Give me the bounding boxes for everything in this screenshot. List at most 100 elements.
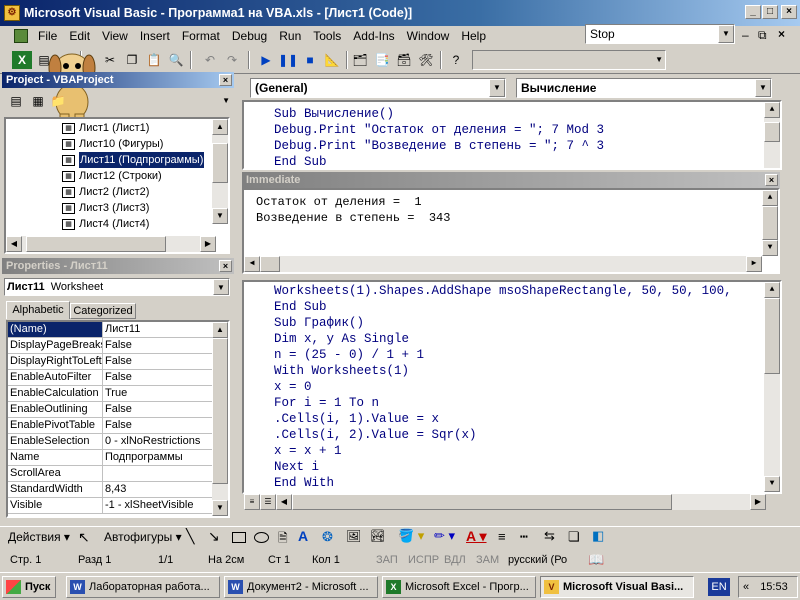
- shadow-icon[interactable]: ❏: [568, 529, 580, 545]
- excel-icon[interactable]: X: [12, 51, 32, 69]
- scroll-thumb[interactable]: [292, 494, 672, 510]
- scroll-left-icon[interactable]: ◀: [276, 494, 292, 510]
- tab-alphabetic[interactable]: Alphabetic: [6, 301, 70, 319]
- status-rec[interactable]: ЗАП: [376, 552, 398, 568]
- menu-format[interactable]: Format: [176, 29, 226, 43]
- chevron-down-icon[interactable]: ▼: [489, 79, 505, 97]
- scroll-down-icon[interactable]: ▼: [212, 208, 228, 224]
- prop-row[interactable]: EnableCalculation True: [8, 386, 214, 402]
- pointer-icon[interactable]: ↖: [78, 529, 90, 546]
- scroll-left-icon[interactable]: ◀: [6, 236, 22, 252]
- task-lab-work[interactable]: W Лабораторная работа...: [66, 576, 220, 598]
- 3d-icon[interactable]: ◧: [592, 528, 604, 544]
- procedure-view-icon[interactable]: ≡: [244, 494, 260, 510]
- mdi-minimize-button[interactable]: –: [742, 28, 749, 42]
- arrow-icon[interactable]: ↘: [208, 528, 220, 545]
- help-search-box[interactable]: Stop ▼: [585, 24, 735, 44]
- autoshapes-menu[interactable]: Автофигуры ▾: [104, 530, 182, 544]
- prop-row[interactable]: EnableOutlining False: [8, 402, 214, 418]
- vba-app-icon[interactable]: ⚙: [4, 5, 20, 21]
- project-hscrollbar[interactable]: ◀ ▶: [6, 236, 216, 252]
- immediate-line[interactable]: Возведение в степень = 343: [256, 210, 778, 226]
- cut-icon[interactable]: ✂: [100, 51, 120, 69]
- code-line[interactable]: Dim x, y As Single: [274, 331, 780, 347]
- tree-item-list4[interactable]: ▦ Лист4 (Лист4): [62, 216, 228, 232]
- copy-icon[interactable]: ❐: [122, 51, 142, 69]
- properties-vscrollbar[interactable]: ▲ ▼: [212, 322, 228, 516]
- chevron-down-icon[interactable]: ▼: [655, 55, 663, 64]
- code-line[interactable]: End Sub: [274, 299, 780, 315]
- prop-row[interactable]: EnableAutoFilter False: [8, 370, 214, 386]
- break-icon[interactable]: ❚❚: [278, 51, 298, 69]
- immediate-vscrollbar[interactable]: ▲ ▼: [762, 190, 778, 256]
- immediate-hscrollbar[interactable]: ◀ ▶: [244, 256, 762, 272]
- redo-icon[interactable]: ↷: [222, 51, 242, 69]
- object-combo[interactable]: (General) ▼: [250, 78, 506, 98]
- close-icon[interactable]: ×: [765, 174, 778, 186]
- scroll-right-icon[interactable]: ▶: [746, 256, 762, 272]
- tree-item-list10[interactable]: ▦ Лист10 (Фигуры): [62, 136, 228, 152]
- view-object-icon[interactable]: ▦: [28, 92, 48, 110]
- status-trk[interactable]: ИСПР: [408, 552, 439, 568]
- menu-run[interactable]: Run: [273, 29, 307, 43]
- code-line[interactable]: End Sub: [274, 154, 780, 168]
- code-line[interactable]: With Worksheets(1): [274, 363, 780, 379]
- scroll-up-icon[interactable]: ▲: [762, 190, 778, 206]
- scroll-thumb[interactable]: [26, 236, 166, 252]
- code-line[interactable]: Worksheets(1).Shapes.AddShape msoShapeRe…: [274, 283, 780, 299]
- dash-style-icon[interactable]: ┅: [520, 529, 528, 545]
- toolbox-icon[interactable]: 🛠: [416, 51, 436, 69]
- prop-row[interactable]: DisplayPageBreaks False: [8, 338, 214, 354]
- close-icon[interactable]: ×: [219, 74, 232, 86]
- task-document2[interactable]: W Документ2 - Microsoft ...: [224, 576, 378, 598]
- procedure-combo[interactable]: Вычисление ▼: [516, 78, 772, 98]
- code-pane-top[interactable]: Sub Вычисление() Debug.Print "Остаток от…: [242, 100, 782, 170]
- undo-icon[interactable]: ↶: [200, 51, 220, 69]
- status-ovr[interactable]: ЗАМ: [476, 552, 499, 568]
- scroll-down-icon[interactable]: ▼: [762, 240, 778, 256]
- code-line[interactable]: Sub График(): [274, 315, 780, 331]
- code-line[interactable]: .Cells(i, 2).Value = Sqr(x): [274, 427, 780, 443]
- close-icon[interactable]: ×: [219, 260, 232, 272]
- scroll-right-icon[interactable]: ▶: [200, 236, 216, 252]
- scroll-thumb[interactable]: [764, 122, 780, 142]
- code-pane-bottom[interactable]: Worksheets(1).Shapes.AddShape msoShapeRe…: [242, 280, 782, 494]
- scroll-down-icon[interactable]: ▼: [212, 500, 228, 516]
- actions-menu[interactable]: Действия ▾: [8, 530, 70, 544]
- code-line[interactable]: For i = 1 To n: [274, 395, 780, 411]
- line-color-icon[interactable]: ✏ ▾: [434, 528, 455, 544]
- menu-edit[interactable]: Edit: [63, 29, 96, 43]
- code-hscrollbar[interactable]: ◀ ▶: [276, 494, 766, 510]
- picture-icon[interactable]: 🏞: [370, 529, 385, 543]
- code-line[interactable]: x = 0: [274, 379, 780, 395]
- object-selector[interactable]: Лист11 Worksheet ▼: [4, 278, 230, 296]
- wordart-icon[interactable]: A: [298, 528, 308, 544]
- task-excel[interactable]: X Microsoft Excel - Прогр...: [382, 576, 536, 598]
- scroll-up-icon[interactable]: ▲: [764, 102, 780, 118]
- textbox-icon[interactable]: 🗎: [278, 529, 288, 550]
- menu-window[interactable]: Window: [401, 29, 456, 43]
- menu-insert[interactable]: Insert: [134, 29, 176, 43]
- properties-window-icon[interactable]: 📑: [372, 51, 392, 69]
- reset-icon[interactable]: ■: [300, 51, 320, 69]
- prop-row[interactable]: EnableSelection 0 - xlNoRestrictions: [8, 434, 214, 450]
- start-button[interactable]: Пуск: [2, 576, 56, 598]
- help-icon[interactable]: ?: [446, 51, 466, 69]
- menu-tools[interactable]: Tools: [307, 29, 347, 43]
- menu-view[interactable]: View: [96, 29, 134, 43]
- arrow-style-icon[interactable]: ⇆: [544, 528, 555, 544]
- code-top-vscrollbar[interactable]: ▲: [764, 102, 780, 168]
- run-icon[interactable]: ▶: [256, 51, 276, 69]
- tree-item-list1[interactable]: ▦ Лист1 (Лист1): [62, 120, 228, 136]
- find-icon[interactable]: 🔍: [166, 51, 186, 69]
- paste-icon[interactable]: 📋: [144, 51, 164, 69]
- tree-item-list2[interactable]: ▦ Лист2 (Лист2): [62, 184, 228, 200]
- code-line[interactable]: Debug.Print "Остаток от деления = "; 7 M…: [274, 122, 780, 138]
- view-code-icon[interactable]: ▤: [6, 92, 26, 110]
- project-explorer-icon[interactable]: 🗂: [350, 51, 370, 69]
- scroll-right-icon[interactable]: ▶: [750, 494, 766, 510]
- tray-expand-icon[interactable]: «: [743, 581, 749, 593]
- oval-icon[interactable]: [254, 532, 269, 543]
- scroll-thumb[interactable]: [260, 256, 280, 272]
- clipart-icon[interactable]: 🖼: [346, 529, 361, 543]
